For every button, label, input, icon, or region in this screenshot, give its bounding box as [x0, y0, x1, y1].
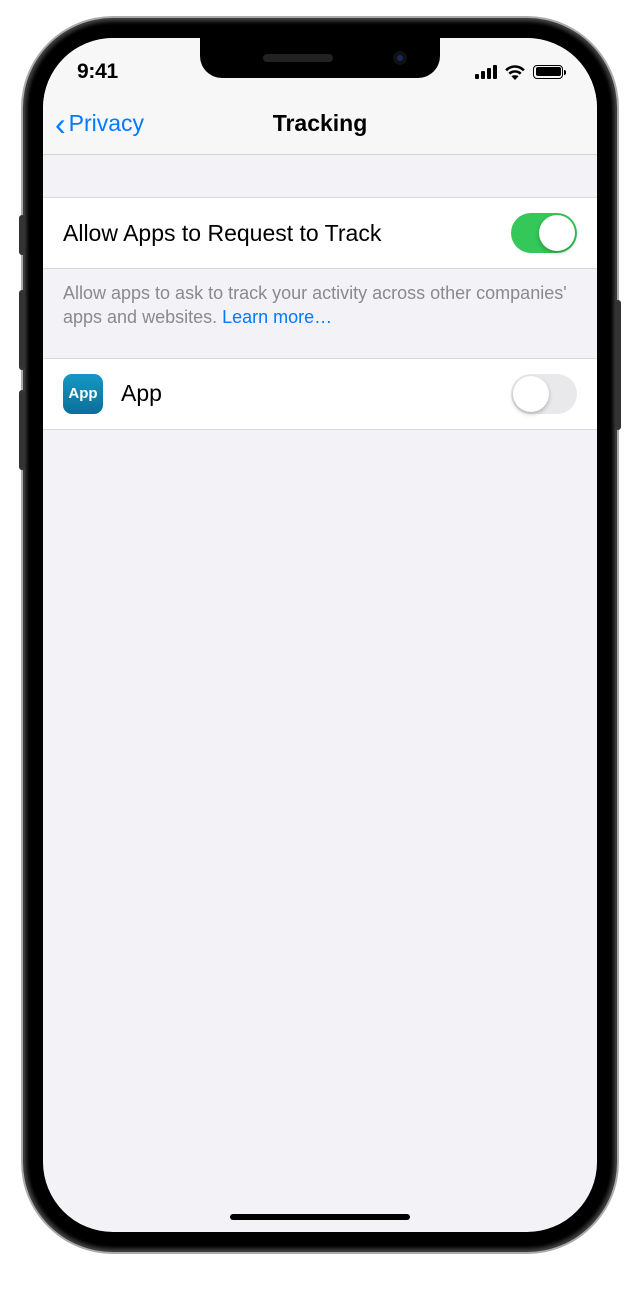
chevron-left-icon: ‹ — [55, 108, 66, 140]
cellular-icon — [475, 65, 497, 79]
allow-apps-toggle[interactable] — [511, 213, 577, 253]
notch — [200, 38, 440, 78]
screen: 9:41 ‹ Privacy Tracking — [43, 38, 597, 1232]
app-tracking-row: App App — [43, 358, 597, 430]
allow-apps-request-row: Allow Apps to Request to Track — [43, 197, 597, 269]
nav-bar: ‹ Privacy Tracking — [43, 93, 597, 155]
content-area: Allow Apps to Request to Track Allow app… — [43, 155, 597, 1232]
wifi-icon — [504, 64, 526, 80]
app-icon: App — [63, 374, 103, 414]
status-time: 9:41 — [77, 60, 118, 84]
back-label: Privacy — [69, 110, 144, 137]
home-indicator[interactable] — [230, 1214, 410, 1220]
mute-switch — [19, 215, 25, 255]
back-button[interactable]: ‹ Privacy — [43, 108, 144, 140]
volume-up-button — [19, 290, 25, 370]
front-camera — [393, 51, 407, 65]
app-tracking-toggle[interactable] — [511, 374, 577, 414]
section-footer: Allow apps to ask to track your activity… — [43, 269, 597, 358]
learn-more-link[interactable]: Learn more… — [222, 307, 332, 327]
allow-apps-label: Allow Apps to Request to Track — [63, 220, 381, 247]
power-button — [615, 300, 621, 430]
phone-frame: 9:41 ‹ Privacy Tracking — [25, 20, 615, 1250]
app-name-label: App — [121, 380, 162, 407]
status-icons — [475, 64, 563, 80]
volume-down-button — [19, 390, 25, 470]
battery-icon — [533, 65, 563, 79]
speaker-grille — [263, 54, 333, 62]
